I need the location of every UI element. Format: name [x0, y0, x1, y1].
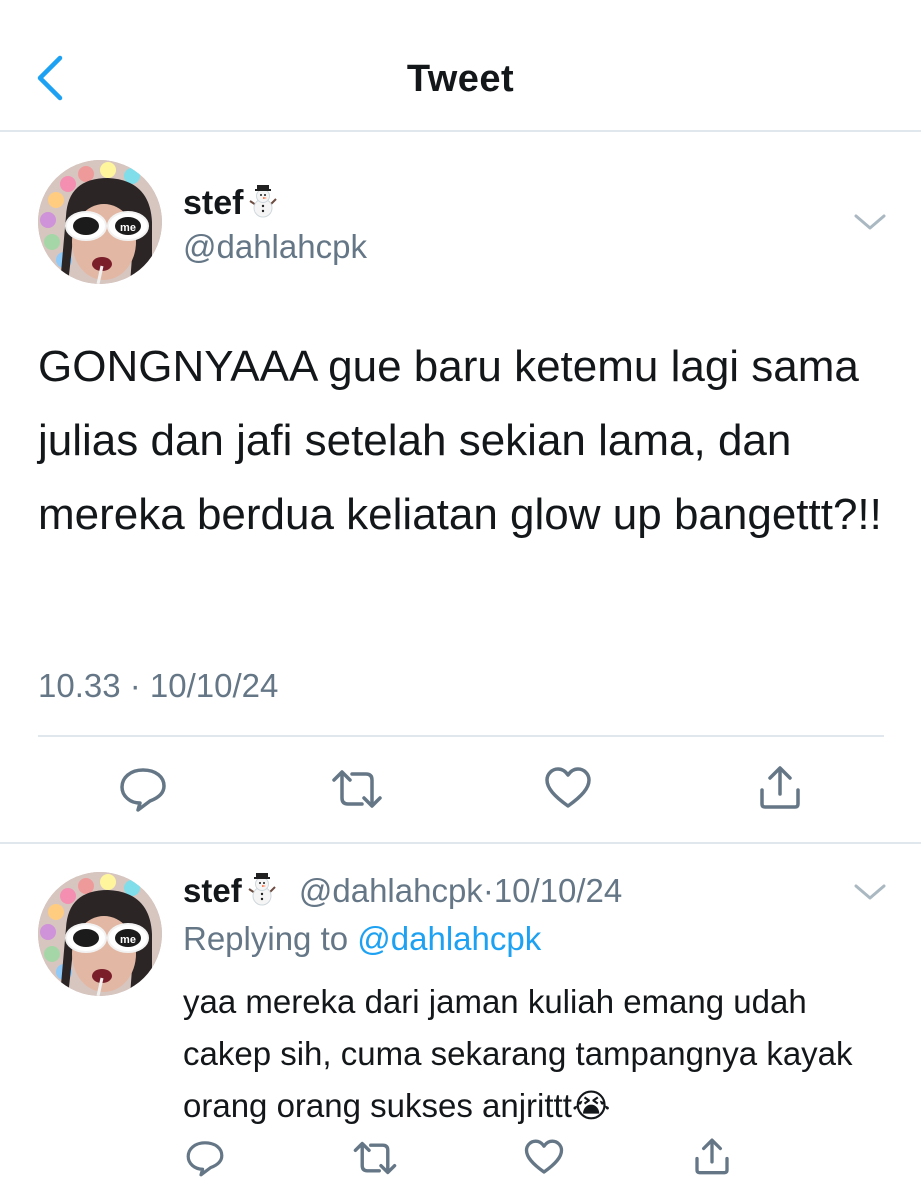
avatar-image: me [38, 872, 162, 996]
section-divider [0, 842, 921, 844]
snowman-emoji [246, 872, 278, 914]
snowman-emoji [247, 184, 279, 227]
chevron-down-icon[interactable] [850, 208, 890, 236]
avatar-badge-text: me [120, 934, 136, 946]
retweet-icon[interactable] [330, 768, 384, 810]
chevron-down-icon[interactable] [850, 878, 890, 906]
reply-header: stef @dahlahcpk·10/10/24 [183, 872, 622, 914]
retweet-icon[interactable] [352, 1140, 398, 1176]
divider [38, 735, 884, 737]
tweet-text: GONGNYAAA gue baru ketemu lagi sama juli… [38, 342, 882, 539]
display-name[interactable]: stef [183, 184, 279, 227]
replying-to-link[interactable]: @dahlahcpk [357, 920, 541, 957]
like-icon[interactable] [524, 1138, 564, 1176]
display-name-text: stef [183, 184, 244, 222]
page-title: Tweet [406, 58, 515, 100]
replying-to-label: Replying to [183, 920, 349, 957]
share-icon[interactable] [692, 1136, 732, 1176]
reply-icon[interactable] [185, 1138, 225, 1178]
share-icon[interactable] [756, 764, 804, 810]
tweet-timestamp[interactable]: 10.33 · 10/10/24 [38, 667, 278, 705]
separator-dot: · [482, 872, 494, 909]
avatar[interactable]: me [38, 160, 162, 284]
reply-icon[interactable] [118, 766, 168, 812]
reply-avatar[interactable]: me [38, 872, 162, 996]
reply-date[interactable]: 10/10/24 [494, 872, 622, 909]
replying-to-line: Replying to @dahlahcpk [183, 920, 541, 958]
reply-display-name[interactable]: stef [183, 872, 242, 909]
avatar-image: me [38, 160, 162, 284]
user-handle[interactable]: @dahlahcpk [183, 228, 367, 266]
reply-handle[interactable]: @dahlahcpk [299, 872, 483, 909]
like-icon[interactable] [544, 766, 592, 810]
top-bar: Tweet [0, 0, 921, 132]
avatar-badge-text: me [120, 222, 136, 234]
reply-text: yaa mereka dari jaman kuliah emang udah … [183, 983, 853, 1124]
